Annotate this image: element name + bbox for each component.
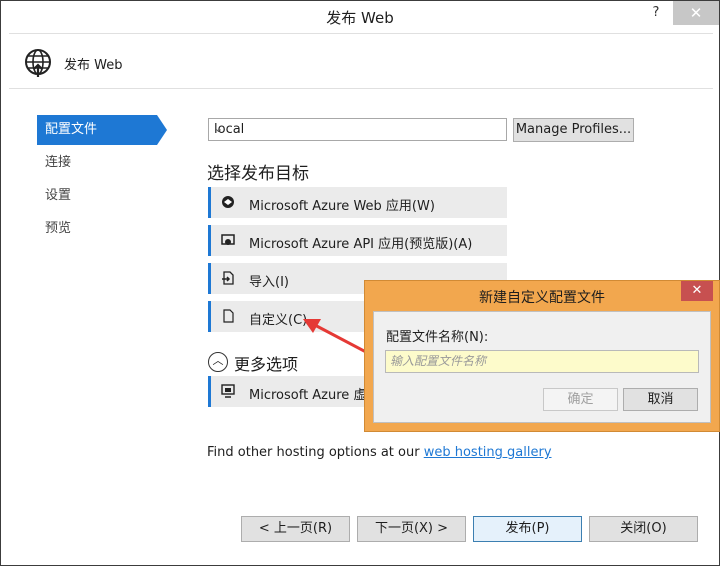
target-label: Microsoft Azure 虚拟 (249, 388, 380, 403)
nav-item-profile[interactable]: 配置文件 (37, 115, 167, 145)
publish-web-window: 发布 Web ? ✕ 发布 Web 配置文件 连接 设置 预览 local ⌄ … (0, 0, 720, 566)
file-icon (223, 309, 234, 323)
more-options-label: 更多选项 (234, 355, 299, 374)
chevron-down-icon: ⌄ (214, 122, 224, 135)
nav-item-connection[interactable]: 连接 (37, 148, 157, 178)
hosting-text: Find other hosting options at our (207, 445, 424, 460)
nav-item-preview[interactable]: 预览 (37, 214, 157, 244)
target-label: Microsoft Azure Web 应用(W) (249, 199, 435, 214)
dialog-title: 新建自定义配置文件 (479, 290, 605, 306)
profile-name-input[interactable]: 输入配置文件名称 (385, 350, 699, 373)
target-azure-api-app[interactable]: Microsoft Azure API 应用(预览版)(A) (208, 225, 507, 256)
vm-icon (221, 384, 235, 398)
azure-web-icon (222, 196, 234, 208)
help-button[interactable]: ? (645, 1, 667, 25)
profile-select[interactable]: local ⌄ (208, 118, 507, 141)
target-azure-web-app[interactable]: Microsoft Azure Web 应用(W) (208, 187, 507, 218)
ok-button[interactable]: 确定 (543, 388, 618, 411)
globe-publish-icon (25, 49, 51, 77)
close-window-button[interactable]: ✕ (673, 1, 719, 25)
dialog-close-icon[interactable]: ✕ (681, 281, 713, 301)
dialog-body: 配置文件名称(N): 输入配置文件名称 确定 取消 (373, 311, 711, 423)
previous-button[interactable]: < 上一页(R) (241, 516, 350, 542)
target-label: Microsoft Azure API 应用(预览版)(A) (249, 237, 473, 252)
close-button[interactable]: 关闭(O) (589, 516, 698, 542)
wizard-header: 发布 Web (9, 33, 713, 89)
publish-target-heading: 选择发布目标 (207, 164, 309, 184)
wizard-nav: 配置文件 连接 设置 预览 (37, 115, 177, 247)
chevron-up-icon: ︿ (208, 352, 228, 372)
cancel-button[interactable]: 取消 (623, 388, 698, 411)
publish-button[interactable]: 发布(P) (473, 516, 582, 542)
window-title: 发布 Web (326, 9, 394, 27)
hosting-options-text: Find other hosting options at our web ho… (207, 445, 552, 460)
target-label: 导入(I) (249, 275, 289, 290)
title-bar: 发布 Web ? ✕ (1, 1, 719, 31)
header-title: 发布 Web (64, 58, 123, 73)
nav-item-settings[interactable]: 设置 (37, 181, 157, 211)
profile-name-label: 配置文件名称(N): (386, 330, 489, 345)
manage-profiles-button[interactable]: Manage Profiles... (513, 118, 634, 142)
import-icon (222, 271, 234, 285)
new-profile-dialog: 新建自定义配置文件 ✕ 配置文件名称(N): 输入配置文件名称 确定 取消 (364, 280, 720, 432)
web-hosting-gallery-link[interactable]: web hosting gallery (424, 445, 552, 460)
azure-api-icon (221, 234, 235, 245)
next-button[interactable]: 下一页(X) > (357, 516, 466, 542)
